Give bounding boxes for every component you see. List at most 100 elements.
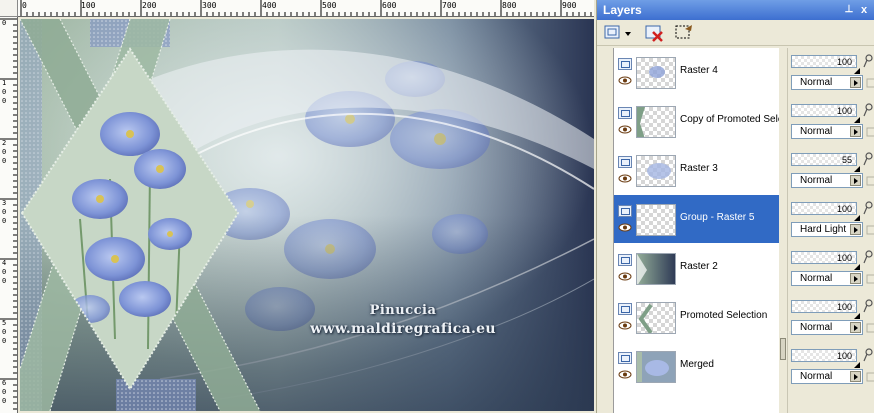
- opacity-triangle-icon: [854, 68, 860, 74]
- link-icon[interactable]: [862, 201, 874, 215]
- opacity-value: 100: [836, 253, 852, 263]
- visibility-eye-icon[interactable]: [618, 125, 632, 134]
- layer-properties-row: 100 Normal: [788, 97, 874, 146]
- raster-layer-icon: [618, 156, 632, 168]
- visibility-eye-icon[interactable]: [618, 223, 632, 232]
- ruler-label-800: 800: [502, 1, 517, 10]
- link-icon[interactable]: [862, 250, 874, 264]
- artwork: [20, 19, 594, 411]
- new-layer-button[interactable]: [603, 23, 633, 43]
- opacity-slider[interactable]: 100: [791, 300, 860, 319]
- chevron-right-icon[interactable]: [850, 322, 861, 333]
- visibility-eye-icon[interactable]: [618, 174, 632, 183]
- blend-mode-dropdown[interactable]: Normal: [791, 320, 863, 335]
- opacity-slider[interactable]: 100: [791, 104, 860, 123]
- link-icon[interactable]: [862, 299, 874, 313]
- ruler-label-700: 700: [442, 1, 457, 10]
- lock-transparency-icon[interactable]: [866, 176, 874, 186]
- scrollbar-thumb[interactable]: [780, 338, 786, 360]
- opacity-slider[interactable]: 100: [791, 349, 860, 368]
- new-layer-icon: [604, 25, 631, 39]
- layer-row-raster-4[interactable]: Raster 4: [614, 48, 780, 97]
- layer-properties-row: 100 Normal: [788, 48, 874, 97]
- opacity-value: 55: [841, 155, 852, 165]
- visibility-eye-icon[interactable]: [618, 76, 632, 85]
- pin-icon[interactable]: ⊥: [843, 4, 855, 16]
- link-icon[interactable]: [862, 152, 874, 166]
- layer-row-raster-3[interactable]: Raster 3: [614, 146, 780, 195]
- layer-row-raster-2[interactable]: Raster 2: [614, 244, 780, 293]
- layer-name: Merged: [680, 359, 714, 370]
- layer-properties-row: 55 Normal: [788, 146, 874, 195]
- lock-transparency-icon[interactable]: [866, 127, 874, 137]
- layer-name: Raster 4: [680, 65, 718, 76]
- blend-mode-dropdown[interactable]: Normal: [791, 271, 863, 286]
- layers-titlebar[interactable]: Layers ⊥ x: [597, 0, 874, 20]
- layer-name: Raster 3: [680, 163, 718, 174]
- vertical-ruler: 0 100 200 300 400 500 600: [0, 17, 18, 413]
- link-icon[interactable]: [862, 348, 874, 362]
- lock-transparency-icon[interactable]: [866, 274, 874, 284]
- chevron-right-icon[interactable]: [850, 77, 861, 88]
- lock-transparency-icon[interactable]: [866, 323, 874, 333]
- blend-mode-dropdown[interactable]: Normal: [791, 173, 863, 188]
- watermark-url: www.maldiregrafica.eu: [310, 321, 496, 337]
- lock-transparency-icon[interactable]: [866, 225, 874, 235]
- blend-mode-value: Normal: [800, 175, 833, 186]
- blend-mode-dropdown[interactable]: Hard Light: [791, 222, 863, 237]
- blend-mode-value: Normal: [800, 126, 833, 137]
- blend-mode-dropdown[interactable]: Normal: [791, 124, 863, 139]
- ruler-label-500: 500: [322, 1, 337, 10]
- vruler-label-600: 600: [2, 379, 7, 405]
- layer-thumbnail: [636, 302, 676, 334]
- layer-row-promoted-selection[interactable]: Promoted Selection: [614, 293, 780, 342]
- delete-layer-button[interactable]: [643, 23, 665, 43]
- group-layer-icon: [618, 205, 632, 217]
- ruler-label-200: 200: [142, 1, 157, 10]
- chevron-right-icon[interactable]: [850, 371, 861, 382]
- watermark: Pinuccia www.maldiregrafica.eu: [288, 303, 518, 337]
- chevron-right-icon[interactable]: [850, 273, 861, 284]
- opacity-triangle-icon: [854, 313, 860, 319]
- link-icon[interactable]: [862, 103, 874, 117]
- opacity-triangle-icon: [854, 117, 860, 123]
- opacity-slider[interactable]: 55: [791, 153, 860, 172]
- layer-row-group-raster-5[interactable]: Group - Raster 5: [614, 195, 780, 244]
- chevron-right-icon[interactable]: [850, 126, 861, 137]
- blend-mode-value: Normal: [800, 322, 833, 333]
- selection-icon: [675, 25, 692, 39]
- opacity-slider[interactable]: 100: [791, 202, 860, 221]
- mask-layer-button[interactable]: [673, 23, 695, 43]
- canvas-image[interactable]: Pinuccia www.maldiregrafica.eu: [20, 19, 594, 411]
- vruler-label-100: 100: [2, 79, 7, 105]
- layer-thumbnail: [636, 253, 676, 285]
- layer-thumbnail: [636, 57, 676, 89]
- horizontal-ruler: 0 100 200 300 400 500 600 700 800 900: [18, 0, 594, 17]
- layer-name: Promoted Selection: [680, 310, 768, 321]
- chevron-right-icon[interactable]: [850, 175, 861, 186]
- opacity-slider[interactable]: 100: [791, 251, 860, 270]
- link-icon[interactable]: [862, 54, 874, 68]
- opacity-value: 100: [836, 351, 852, 361]
- layers-palette: Layers ⊥ x Raster 4 Copy of Promoted Sel…: [596, 0, 874, 413]
- blend-mode-dropdown[interactable]: Normal: [791, 75, 863, 90]
- layer-row-copy-of-promoted-selection[interactable]: Copy of Promoted Selection: [614, 97, 780, 146]
- layer-row-merged[interactable]: Merged: [614, 342, 780, 391]
- lock-transparency-icon[interactable]: [866, 78, 874, 88]
- raster-layer-icon: [618, 254, 632, 266]
- layer-name: Raster 2: [680, 261, 718, 272]
- visibility-eye-icon[interactable]: [618, 321, 632, 330]
- visibility-eye-icon[interactable]: [618, 272, 632, 281]
- ruler-label-400: 400: [262, 1, 277, 10]
- blend-mode-dropdown[interactable]: Normal: [791, 369, 863, 384]
- layer-list-scrollbar[interactable]: [779, 48, 787, 413]
- layer-properties-row: 100 Hard Light: [788, 195, 874, 244]
- opacity-slider[interactable]: 100: [791, 55, 860, 74]
- chevron-right-icon[interactable]: [850, 224, 861, 235]
- ruler-label-900: 900: [562, 1, 577, 10]
- visibility-eye-icon[interactable]: [618, 370, 632, 379]
- ruler-label-0: 0: [22, 1, 27, 10]
- vruler-label-0: 0: [2, 19, 7, 27]
- close-icon[interactable]: x: [858, 4, 870, 16]
- lock-transparency-icon[interactable]: [866, 372, 874, 382]
